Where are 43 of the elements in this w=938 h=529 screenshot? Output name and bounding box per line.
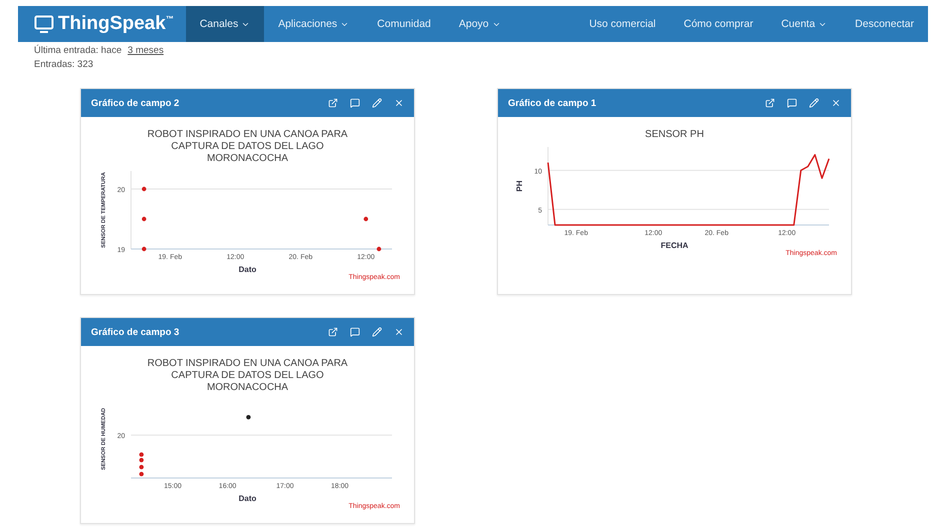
data-point <box>139 472 144 476</box>
card-title: Gráfico de campo 2 <box>91 98 180 108</box>
data-point <box>246 414 251 420</box>
pencil-icon[interactable] <box>372 98 382 108</box>
nav-item[interactable]: Apoyo <box>444 6 515 42</box>
nav-item[interactable]: Comunidad <box>363 6 445 42</box>
external-link-icon[interactable] <box>328 98 338 108</box>
card-title: Gráfico de campo 1 <box>508 98 598 108</box>
external-link-icon[interactable] <box>765 98 775 108</box>
comment-icon[interactable] <box>350 98 360 108</box>
data-point <box>364 216 368 222</box>
monitor-icon <box>34 15 54 33</box>
nav-item[interactable]: Desconectar <box>841 6 928 42</box>
chart-title: ROBOT INSPIRADO EN UNA CANOA PARA CAPTURA DE DATOS DEL LAGO MORONACOCHA <box>146 129 349 165</box>
close-icon[interactable] <box>394 98 404 108</box>
x-axis-label: Dato <box>238 494 256 503</box>
nav-item[interactable]: Aplicaciones <box>264 6 364 42</box>
comment-icon[interactable] <box>787 98 797 108</box>
chart-title: ROBOT INSPIRADO EN UNA CANOA PARA CAPTURA DE DATOS DEL LAGO MORONACOCHA <box>146 358 349 394</box>
data-point <box>142 186 146 192</box>
data-point <box>376 246 382 252</box>
pencil-icon[interactable] <box>372 327 382 337</box>
nav-item[interactable]: Cómo comprar <box>670 6 768 42</box>
nav-item[interactable]: Cuenta <box>767 6 842 42</box>
x-axis-label: FECHA <box>660 241 688 250</box>
nav-item[interactable]: Uso comercial <box>575 6 670 42</box>
x-axis-label: Dato <box>238 265 256 274</box>
y-axis-label: PH <box>515 180 524 192</box>
pencil-icon[interactable] <box>809 98 819 108</box>
card-title: Gráfico de campo 3 <box>91 326 180 338</box>
entries-count: Entradas: 323 <box>34 59 94 70</box>
logo[interactable]: ThingSpeak$^{™}$ <box>18 6 186 42</box>
chart-title: SENSOR PH <box>644 129 705 141</box>
comment-icon[interactable] <box>350 327 360 337</box>
nav-item[interactable]: Canales <box>186 6 264 42</box>
data-point <box>142 216 146 222</box>
last-entry-label: Última entrada: hace <box>34 44 122 58</box>
last-entry-link[interactable]: 3 meses <box>128 44 164 58</box>
data-point <box>142 246 146 252</box>
close-icon[interactable] <box>831 98 841 108</box>
external-link-icon[interactable] <box>328 327 338 337</box>
close-icon[interactable] <box>394 327 404 337</box>
data-point <box>139 464 144 470</box>
